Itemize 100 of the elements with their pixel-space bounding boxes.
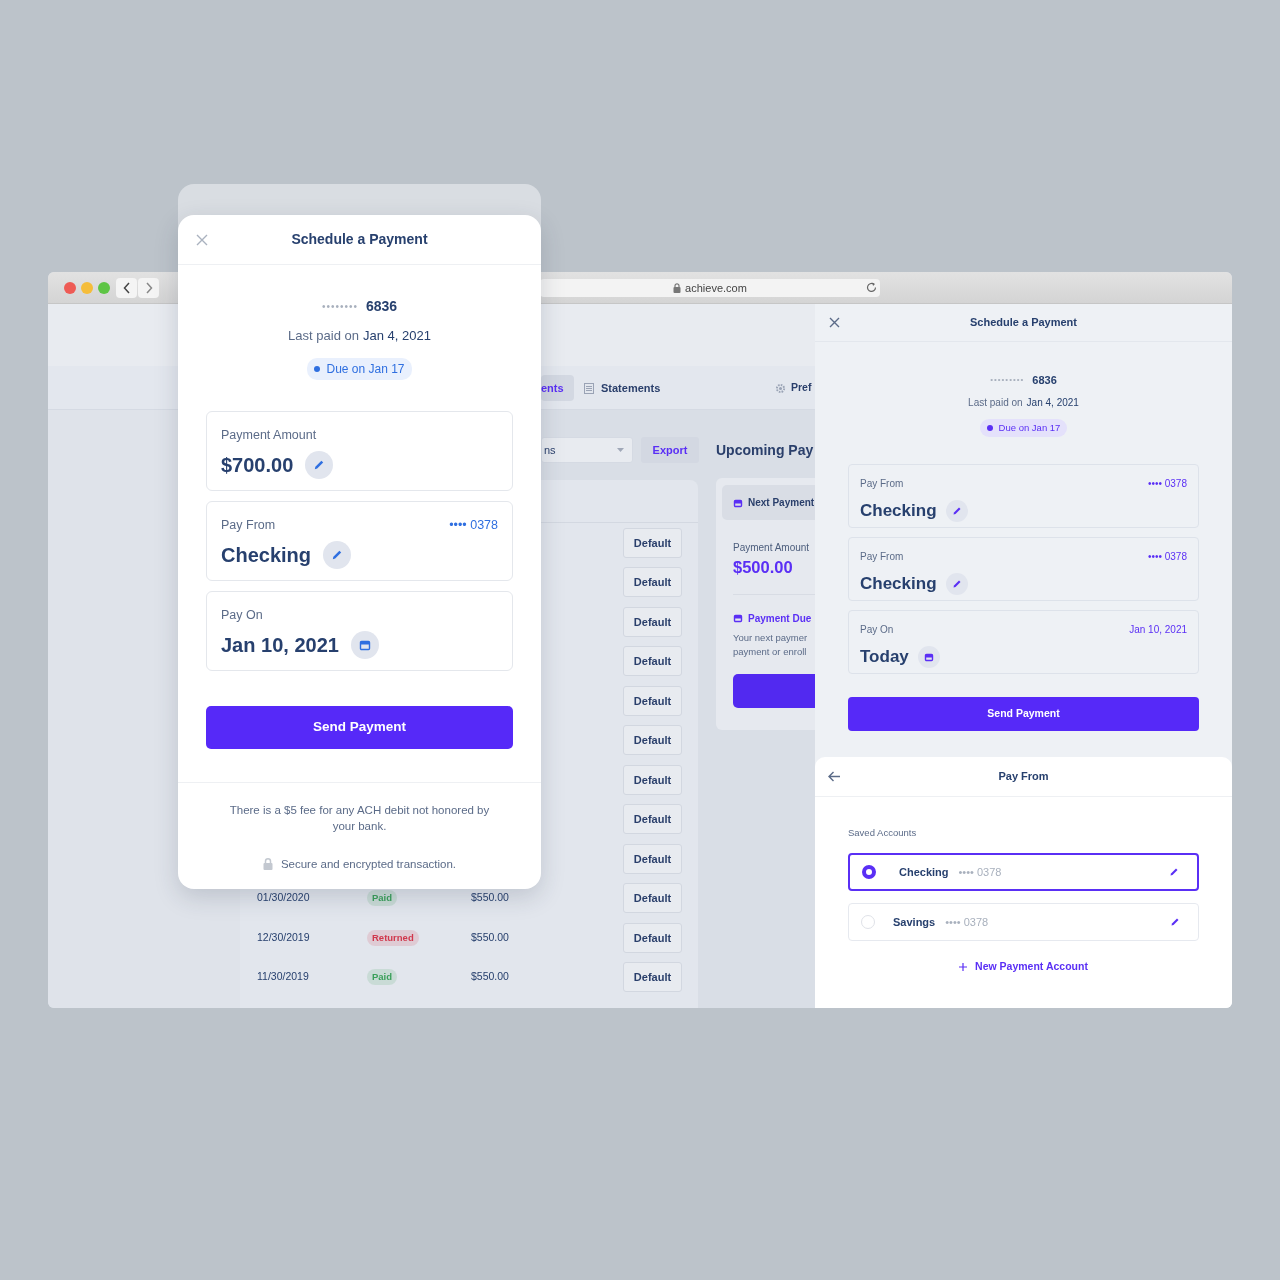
default-button[interactable]: Default <box>623 804 682 835</box>
field-card[interactable]: Pay From •••• 0378 Checking <box>848 536 1199 601</box>
default-button[interactable]: Default <box>623 962 682 993</box>
radio-button[interactable] <box>862 865 876 880</box>
nav-tab[interactable]: ents <box>541 375 574 401</box>
field-value: Checking <box>860 499 937 522</box>
status-tag: Paid <box>367 969 398 986</box>
pencil-icon <box>331 549 344 562</box>
field-value: Jan 10, 2021 <box>221 633 339 659</box>
default-button[interactable]: Default <box>623 527 682 558</box>
caret-icon <box>617 448 624 452</box>
default-button[interactable]: Default <box>623 567 682 598</box>
pay-button[interactable] <box>733 673 815 708</box>
panel-title: Schedule a Payment <box>970 315 1077 331</box>
default-button[interactable]: Default <box>623 843 682 874</box>
edit-button[interactable] <box>945 499 968 522</box>
calendar-icon <box>923 651 934 662</box>
default-button[interactable]: Default <box>623 725 682 756</box>
reload-icon[interactable] <box>866 282 877 293</box>
field-card[interactable]: Pay On Jan 10, 2021 <box>206 590 513 671</box>
chevron-right-icon <box>144 282 153 294</box>
amount-cell-text: $550.00 <box>471 929 509 945</box>
section-title: Upcoming Pay <box>716 441 814 460</box>
back-button[interactable] <box>828 771 841 782</box>
field-value: $700.00 <box>221 453 294 479</box>
field-detail: Jan 10, 2021 <box>1129 622 1187 637</box>
date-cell-text: 11/30/2019 <box>257 969 309 985</box>
account-mask: •••• 0378 <box>958 865 1002 880</box>
due-label: Payment Due <box>748 611 812 626</box>
status-tag: Paid <box>367 890 398 907</box>
nav-tab[interactable]: Pref <box>775 375 812 401</box>
amount-value: $500.00 <box>732 557 794 578</box>
field-detail: •••• 0378 <box>449 516 498 534</box>
default-button[interactable]: Default <box>623 883 682 914</box>
new-account-link[interactable]: New Payment Account <box>975 959 1088 975</box>
account-name: Checking <box>899 865 949 880</box>
field-detail: •••• 0378 <box>1147 549 1187 564</box>
secure-note: Secure and encrypted transaction. <box>280 856 457 872</box>
sheet-title: Pay From <box>998 769 1049 785</box>
field-value: Checking <box>221 543 312 569</box>
field-value: Checking <box>860 572 937 595</box>
amount-cell-text: $550.00 <box>471 969 509 985</box>
document-icon <box>584 382 594 394</box>
pencil-icon <box>1170 917 1180 928</box>
default-button[interactable]: Default <box>623 764 682 795</box>
date-cell-text: 01/30/2020 <box>257 890 310 906</box>
badge-text: Due on Jan 17 <box>326 360 405 378</box>
gear-icon <box>775 382 786 394</box>
last-paid-date: Jan 4, 2021 <box>1026 395 1079 410</box>
edit-button[interactable] <box>1170 917 1180 928</box>
back-button[interactable] <box>116 278 137 298</box>
window-control[interactable] <box>64 282 76 294</box>
account-name: Savings <box>893 915 936 930</box>
last-paid-label: Last paid on <box>288 327 359 345</box>
send-payment-button[interactable]: Send Payment <box>206 705 513 749</box>
badge-text: Due on Jan 17 <box>998 420 1061 435</box>
description-line: payment or enroll <box>732 644 808 659</box>
edit-button[interactable] <box>323 541 352 570</box>
lock-icon <box>262 858 273 871</box>
close-button[interactable] <box>829 317 840 328</box>
default-button[interactable]: Default <box>623 685 682 716</box>
default-button[interactable]: Default <box>623 646 682 677</box>
field-card[interactable]: Payment Amount $700.00 <box>206 410 513 491</box>
date-cell-text: 12/30/2019 <box>257 929 310 945</box>
default-button[interactable]: Default <box>623 922 682 953</box>
address-bar[interactable]: achieve.com <box>540 279 880 297</box>
edit-button[interactable] <box>945 572 968 595</box>
field-detail: •••• 0378 <box>1147 476 1187 491</box>
field-label: Pay From <box>860 549 904 564</box>
fee-note: There is a $5 fee for any ACH debit not honored by your bank. <box>228 802 491 834</box>
account-option[interactable]: Savings •••• 0378 <box>848 903 1199 942</box>
field-label: Pay On <box>860 622 894 637</box>
export-button[interactable]: Export <box>641 437 699 463</box>
field-card[interactable]: Pay From •••• 0378 Checking <box>848 463 1199 528</box>
edit-button[interactable] <box>305 451 334 480</box>
close-icon <box>829 317 840 328</box>
amount-label: Payment Amount <box>732 541 811 555</box>
arrow-left-icon <box>828 771 841 782</box>
field-card[interactable]: Pay From •••• 0378 Checking <box>206 500 513 581</box>
masked-digits: •••••••• <box>321 300 358 314</box>
nav-tab[interactable]: Statements <box>584 375 661 401</box>
filter-dropdown[interactable]: ns <box>541 437 633 463</box>
field-label: Pay On <box>221 606 263 624</box>
field-value: Today <box>860 645 909 668</box>
chevron-left-icon <box>122 282 131 294</box>
lock-icon <box>673 283 682 293</box>
account-option[interactable]: Checking •••• 0378 <box>848 853 1199 892</box>
date-button[interactable] <box>350 631 379 660</box>
calendar-icon <box>358 639 371 652</box>
header-text: Next Payment <box>748 496 815 510</box>
send-payment-button[interactable]: Send Payment <box>848 696 1199 731</box>
calendar-icon <box>733 613 743 624</box>
field-card[interactable]: Pay On Jan 10, 2021 Today <box>848 609 1199 674</box>
amount-cell-text: $550.00 <box>471 890 509 906</box>
default-button[interactable]: Default <box>623 606 682 637</box>
date-button[interactable] <box>917 645 940 668</box>
pencil-icon <box>1169 867 1179 878</box>
account-number: 6836 <box>365 297 398 316</box>
field-label: Pay From <box>860 476 904 491</box>
edit-button[interactable] <box>1169 867 1179 878</box>
